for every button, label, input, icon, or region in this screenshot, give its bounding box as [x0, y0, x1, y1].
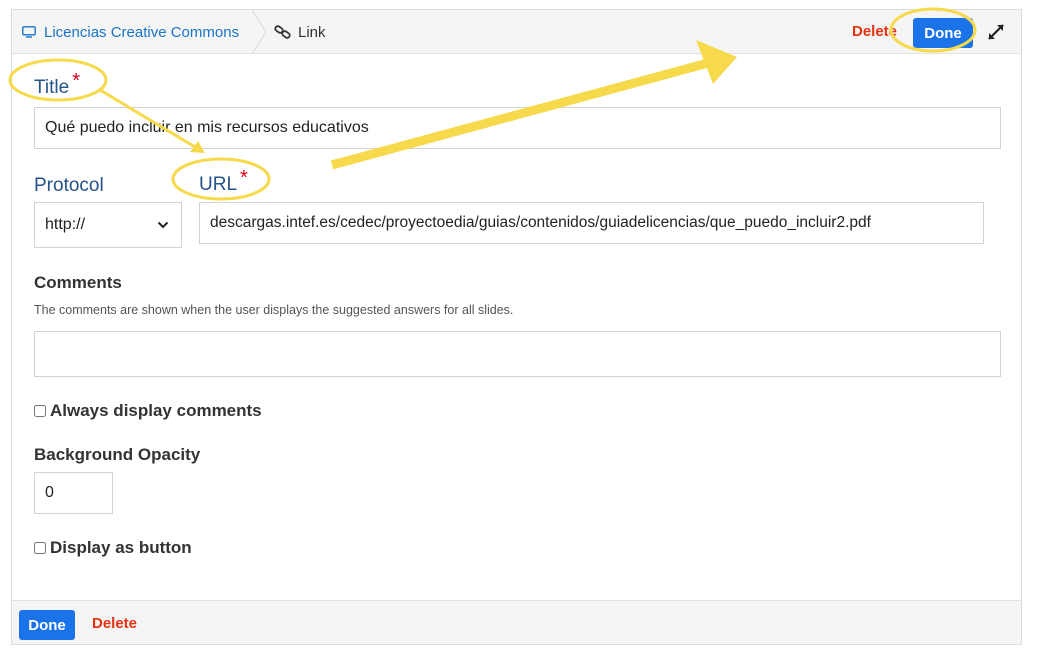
display-as-button[interactable]: Display as button [34, 538, 192, 558]
protocol-select[interactable]: http:// [34, 202, 182, 248]
editor-header: Licencias Creative Commons Link Delete D… [12, 10, 1021, 54]
required-mark: * [240, 167, 248, 189]
display-as-button-checkbox[interactable] [34, 542, 46, 554]
title-input[interactable] [34, 107, 1001, 149]
protocol-selected-value: http:// [45, 216, 86, 233]
url-label: URL * [199, 167, 248, 196]
breadcrumb-root-label: Licencias Creative Commons [44, 23, 240, 41]
link-editor: Licencias Creative Commons Link Delete D… [11, 9, 1022, 645]
link-icon [274, 25, 291, 39]
editor-footer: Done Delete [12, 600, 1021, 644]
breadcrumb-separator [251, 10, 267, 54]
url-label-text: URL [199, 174, 238, 195]
breadcrumb-current: Link [274, 23, 326, 41]
always-display-comments[interactable]: Always display comments [34, 401, 262, 421]
footer-delete-button[interactable]: Delete [92, 615, 137, 632]
always-display-comments-label: Always display comments [50, 401, 262, 420]
footer-done-button[interactable]: Done [19, 610, 75, 640]
breadcrumb-current-label: Link [298, 23, 326, 41]
protocol-label: Protocol [34, 175, 104, 196]
background-opacity-input[interactable] [34, 472, 113, 514]
comments-description: The comments are shown when the user dis… [34, 303, 514, 317]
display-as-button-label: Display as button [50, 538, 192, 557]
title-label: Title * [34, 70, 80, 99]
always-display-comments-checkbox[interactable] [34, 405, 46, 417]
comments-label: Comments [34, 273, 122, 292]
comments-input[interactable] [34, 331, 1001, 377]
breadcrumb-root[interactable]: Licencias Creative Commons [22, 23, 239, 41]
delete-button[interactable]: Delete [852, 23, 897, 40]
background-opacity-label: Background Opacity [34, 445, 201, 464]
expand-icon[interactable] [984, 20, 1008, 44]
required-mark: * [72, 70, 80, 92]
chevron-down-icon [157, 221, 169, 229]
title-label-text: Title [34, 77, 70, 98]
monitor-icon [22, 26, 36, 38]
url-input[interactable] [199, 202, 984, 244]
done-button[interactable]: Done [913, 18, 973, 48]
